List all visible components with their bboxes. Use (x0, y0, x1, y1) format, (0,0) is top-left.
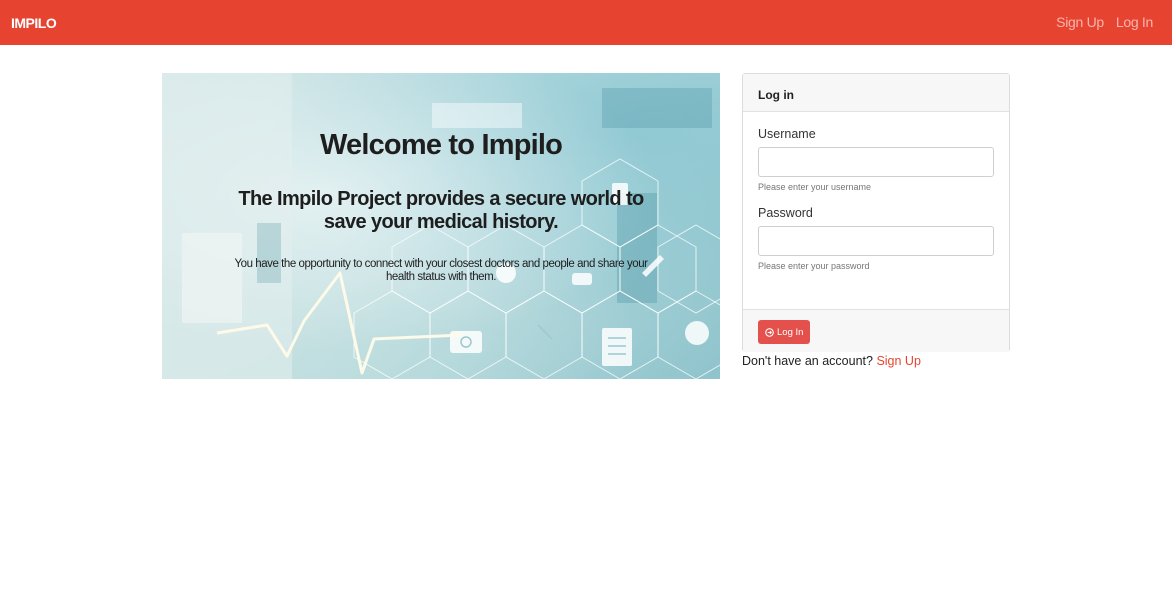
welcome-hero-banner: Welcome to Impilo The Impilo Project pro… (162, 73, 720, 379)
login-card-header: Log in (743, 74, 1009, 112)
login-card: Log in Username Please enter your userna… (742, 73, 1010, 352)
signup-prompt: Don't have an account? Sign Up (742, 354, 921, 368)
hero-title: Welcome to Impilo (319, 129, 563, 161)
sign-in-icon (765, 327, 774, 337)
nav-login-link[interactable]: Log In (1116, 14, 1153, 30)
signup-prompt-text: Don't have an account? (742, 354, 873, 368)
username-label: Username (758, 127, 816, 141)
login-card-title: Log in (758, 88, 794, 102)
password-label: Password (758, 206, 813, 220)
hero-description: You have the opportunity to connect with… (234, 258, 648, 283)
top-navbar: IMPILO Sign Up Log In (0, 0, 1172, 45)
username-help-text: Please enter your username (758, 182, 872, 192)
hero-subtitle: The Impilo Project provides a secure wor… (238, 188, 644, 233)
username-input[interactable] (758, 147, 994, 177)
login-submit-button[interactable]: Log In (758, 320, 811, 344)
signup-link[interactable]: Sign Up (876, 354, 920, 368)
login-form: Username Please enter your username Pass… (743, 112, 1009, 309)
login-card-footer: Log In (743, 309, 1009, 352)
nav-signup-link[interactable]: Sign Up (1056, 14, 1104, 30)
nav-links: Sign Up Log In (1056, 14, 1153, 30)
password-help-text: Please enter your password (758, 261, 870, 271)
brand-logo[interactable]: IMPILO (11, 15, 57, 31)
login-submit-label: Log In (777, 326, 804, 338)
password-input[interactable] (758, 226, 994, 256)
